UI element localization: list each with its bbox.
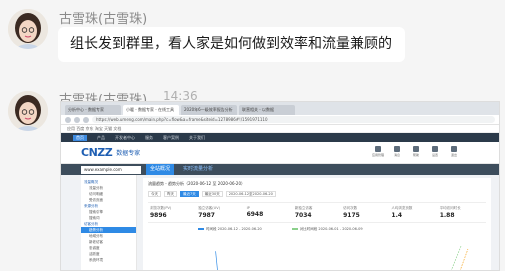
browser-tab: 联营相关 - 以数据 (239, 105, 295, 115)
site-selector: www.example.com (81, 165, 141, 174)
filter-range: 2020-06-12至2020-06-20 (225, 191, 276, 197)
stat-value: 7034 (294, 212, 312, 219)
stat-value: 7987 (198, 212, 215, 219)
tab-realtime: 实时流量分析 (183, 166, 214, 172)
stat-card: 访问次数 9175 (341, 206, 389, 219)
back-icon (65, 116, 71, 123)
filter-7days: 最近7天 (180, 191, 199, 197)
avatar-icon (8, 91, 48, 131)
stat-card: 新独立访客 7034 (293, 206, 341, 219)
stat-label: 独立访客(UV) (198, 206, 220, 210)
series-line (215, 251, 218, 270)
browser-tab-strip: 分析中心 - 数据专家 小暖 - 数据专家 - 在线工具 2020年6一级效率报… (61, 102, 499, 115)
stat-label: 新独立访客 (294, 206, 313, 210)
trend-chart (215, 245, 469, 270)
legend-item: 时间段 2020-06-12 - 2020-06-20 (198, 227, 262, 232)
stat-value: 1.88 (439, 212, 455, 219)
cnzz-logo: CNZZ (81, 146, 113, 159)
stat-label: 平均访问时长 (439, 206, 461, 210)
site-header: CNZZ 数据专家 应用管理 消息 帮助 设置 退出 (61, 142, 499, 164)
settings-icon: 设置 (430, 146, 440, 159)
stat-label: 访问次数 (343, 206, 358, 210)
filter-yesterday: 昨天 (164, 191, 177, 197)
site-sub-bar: www.example.com 全站概况 实时流量分析 (61, 164, 499, 175)
browser-tab: 小暖 - 数据专家 - 在线工具 (123, 105, 179, 115)
logo-subtitle: 数据专家 (116, 150, 141, 157)
filter-today: 今天 (148, 191, 161, 197)
series-line (451, 245, 462, 270)
app-manage-icon: 应用管理 (372, 146, 384, 159)
url-field: https://web.umeng.com/main.php?c=flow&a=… (92, 116, 495, 123)
top-nav-item: 产品 (97, 134, 105, 140)
stat-label: 浏览次数(PV) (150, 206, 172, 210)
report-title: 流量趋势 - 趋势分析（2020-06-12 至 2020-06-20） (148, 181, 246, 186)
tab-overview: 全站概况 (146, 164, 175, 175)
side-nav: 流量概况 流量分析 访问明细 受访页面 来源分析 搜索引擎 搜索词 访客分析 趋势分析 地域分布新… (81, 175, 137, 270)
message-icon: 消息 (392, 146, 402, 159)
browser-tab: 2020年6一级效率报告分析 (181, 105, 237, 115)
reload-icon (83, 116, 89, 123)
legend-item: 对比时间段 2020-06-01 - 2020-06-09 (291, 227, 363, 232)
date-filters: 今天 昨天 最近7天 最近30天 2020-06-12至2020-06-20 (148, 191, 486, 197)
series-line (459, 248, 469, 270)
stat-value: 9896 (150, 212, 167, 219)
stat-card: 平均访问时长 1.88 (438, 206, 486, 219)
stat-card: 浏览次数(PV) 9896 (148, 206, 196, 219)
chart-legend: 时间段 2020-06-12 - 2020-06-20 对比时间段 2020-0… (148, 227, 486, 232)
browser-tab: 分析中心 - 数据专家 (65, 105, 121, 115)
top-nav-item: 开发者中心 (115, 134, 135, 140)
site-top-nav: 首页 产品 开发者中心 服务 客户案例 关于我们 (61, 133, 499, 142)
stat-card: 人均浏览页数 1.4 (389, 206, 437, 219)
logout-icon: 退出 (449, 146, 459, 159)
sender-avatar[interactable] (8, 91, 48, 131)
message-bubble[interactable]: 组长发到群里，看人家是如何做到效率和流量兼顾的 (58, 27, 405, 62)
sender-name: 古雪珠(古雪珠) (59, 12, 148, 27)
stat-card: 独立访客(UV) 7987 (196, 206, 244, 219)
stat-value: 6948 (246, 211, 264, 218)
top-nav-item: 关于我们 (189, 134, 205, 140)
filter-30days: 最近30天 (201, 191, 223, 197)
avatar-icon (8, 9, 48, 49)
address-bar: https://web.umeng.com/main.php?c=flow&a=… (61, 115, 499, 125)
report-panel: 流量趋势 - 趋势分析（2020-06-12 至 2020-06-20） 今天 … (143, 178, 491, 270)
help-icon: 帮助 (411, 146, 421, 159)
stat-label: IP (246, 206, 250, 210)
screenshot-image[interactable]: 分析中心 - 数据专家 小暖 - 数据专家 - 在线工具 2020年6一级效率报… (60, 101, 500, 271)
page-content: 流量概况 流量分析 访问明细 受访页面 来源分析 搜索引擎 搜索词 访客分析 趋势分析 地域分布新… (61, 175, 499, 270)
header-icon-group: 应用管理 消息 帮助 设置 退出 (372, 146, 459, 159)
top-nav-item: 客户案例 (163, 134, 179, 140)
stat-value: 9175 (343, 212, 360, 219)
stat-label: 人均浏览页数 (391, 206, 413, 210)
top-nav-item: 服务 (145, 134, 153, 140)
sender-avatar[interactable] (8, 9, 48, 49)
stats-row: 浏览次数(PV) 9896 独立访客(UV) 7987 IP 6948 新独立访客 7034 访… (148, 202, 486, 223)
stat-card: IP 6948 (245, 206, 293, 219)
top-nav-item: 首页 (73, 134, 87, 141)
bookmarks-bar: 应用 百度 京东 淘宝 天猫 文档 (61, 125, 499, 133)
stat-value: 1.4 (391, 212, 403, 219)
side-nav-item: 系统环境 (89, 258, 103, 262)
forward-icon (74, 116, 80, 123)
